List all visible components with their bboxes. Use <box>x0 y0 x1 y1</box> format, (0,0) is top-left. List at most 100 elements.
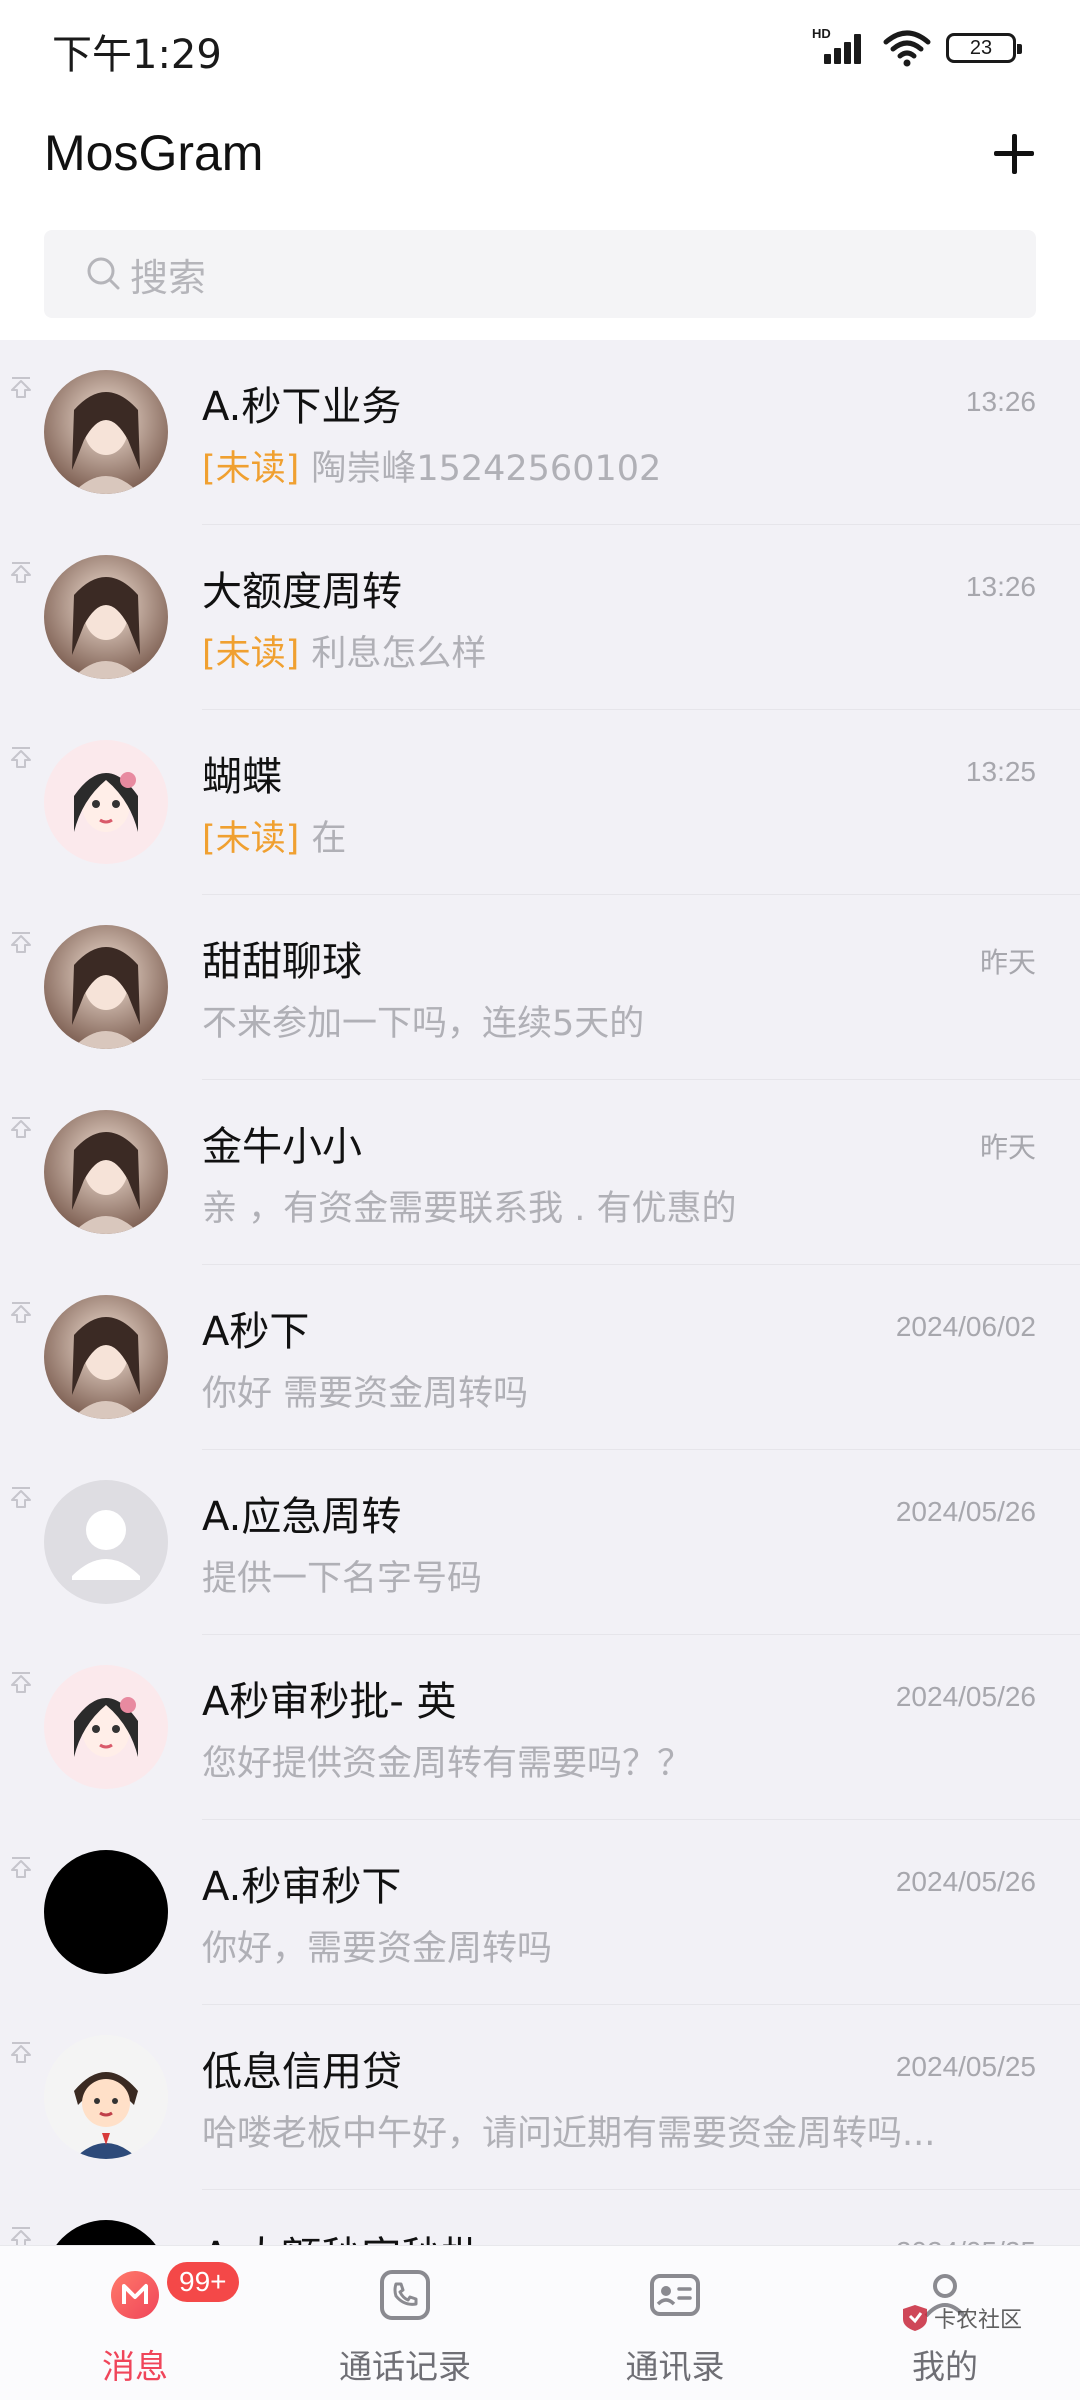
contacts-icon <box>650 2274 700 2316</box>
status-icons: HD 23 <box>812 26 1022 68</box>
tab-messages[interactable]: 99+ 消息 <box>25 2246 245 2400</box>
preview-text: 不来参加一下吗，连续5天的 <box>202 1004 645 1044</box>
chat-row[interactable]: A.秒审秒下 2024/05/26 你好，需要资金周转吗 <box>0 1820 1080 2005</box>
pin-top-icon <box>11 562 31 583</box>
pin-top-icon <box>11 747 31 768</box>
battery-icon: 23 <box>946 33 1022 63</box>
screen: 下午1:29 HD 23 MosGram 搜索 A.秒下业务 13:26 [未读… <box>0 0 1080 2400</box>
chat-time: 2024/05/25 <box>895 2051 1036 2082</box>
chat-time: 13:25 <box>965 756 1036 787</box>
chat-preview: 不来参加一下吗，连续5天的 <box>202 995 982 1046</box>
chat-time: 2024/05/26 <box>895 1681 1036 1712</box>
chat-time: 2024/05/25 <box>896 2236 1036 2245</box>
avatar[interactable] <box>44 1480 168 1604</box>
chat-name: 金牛小小 <box>202 1124 362 1170</box>
avatar[interactable] <box>44 1295 168 1419</box>
chat-name: 大额度周转 <box>202 569 402 615</box>
chat-list[interactable]: A.秒下业务 13:26 [未读] 陶崇峰15242560102 大额度周转 13:26 [… <box>0 340 1080 2245</box>
pin-top-icon <box>11 377 31 398</box>
avatar[interactable] <box>44 925 168 1049</box>
search-placeholder: 搜索 <box>130 255 207 300</box>
chat-row[interactable]: 金牛小小 昨天亲 ，有资金需要联系我 . 有优惠的 <box>0 1080 1080 1265</box>
avatar[interactable] <box>44 555 168 679</box>
tab-label: 通话记录 <box>339 2347 471 2386</box>
avatar[interactable] <box>44 1665 168 1789</box>
chat-time: 13:26 <box>965 571 1036 602</box>
unread-tag: [未读] <box>202 819 300 859</box>
chat-row[interactable]: A秒审秒批- 英 2024/05/26 您好提供资金周转有需要吗？？ <box>0 1635 1080 1820</box>
chat-preview: [未读] 陶崇峰15242560102 <box>202 440 982 491</box>
preview-text: 利息怎么样 <box>311 634 487 674</box>
unread-badge: 99+ <box>167 2262 239 2302</box>
tab-label: 消息 <box>102 2347 168 2386</box>
preview-text: 你好，需要资金周转吗 <box>202 1929 553 1969</box>
chat-name: A.应急周转 <box>202 1494 402 1540</box>
search-input[interactable]: 搜索 <box>44 230 1036 318</box>
phone-icon <box>380 2270 430 2320</box>
chat-row[interactable]: A秒下 2024/06/02 你好 需要资金周转吗 <box>0 1265 1080 1450</box>
app-title: MosGram <box>44 125 264 181</box>
battery-level: 23 <box>969 36 993 59</box>
chat-preview: 提供一下名字号码 <box>202 1550 982 1601</box>
tab-label: 通讯录 <box>625 2347 725 2386</box>
chat-row[interactable]: A.秒下业务 13:26 [未读] 陶崇峰15242560102 <box>0 340 1080 525</box>
tab-call-history[interactable]: 通话记录 <box>295 2246 515 2400</box>
chat-preview: 亲 ，有资金需要联系我 . 有优惠的 <box>202 1180 982 1231</box>
chat-name: A.秒下业务 <box>202 384 402 430</box>
search-icon <box>87 257 120 290</box>
preview-text: 哈喽老板中午好，请问近期有需要资金周转吗... <box>202 2114 936 2154</box>
pin-top-icon <box>11 1487 31 1508</box>
chat-name: 低息信用贷 <box>202 2049 402 2095</box>
add-button[interactable] <box>988 128 1040 180</box>
watermark-text: 卡农社区 <box>934 2308 1023 2333</box>
pin-top-icon <box>11 1857 31 1878</box>
wifi-icon <box>883 30 931 67</box>
watermark: 卡农社区 <box>900 2302 1022 2334</box>
message-icon <box>111 2271 159 2319</box>
chat-row[interactable]: A.应急周转 2024/05/26 提供一下名字号码 <box>0 1450 1080 1635</box>
unread-tag: [未读] <box>202 449 300 489</box>
chat-time: 2024/06/02 <box>895 1311 1036 1342</box>
chat-preview: 您好提供资金周转有需要吗？？ <box>202 1735 982 1786</box>
chat-time: 昨天 <box>979 1132 1036 1163</box>
network-label: HD <box>812 26 831 41</box>
pin-top-icon <box>11 2042 31 2063</box>
chat-name: A.秒审秒下 <box>202 1864 402 1910</box>
preview-text: 在 <box>311 819 347 859</box>
chat-time: 13:26 <box>965 386 1036 417</box>
avatar[interactable] <box>44 2035 168 2159</box>
tab-contacts[interactable]: 通讯录 <box>565 2246 785 2400</box>
chat-row[interactable]: A.大额秒审秒批 2024/05/25 <box>0 2190 1080 2245</box>
pin-top-icon <box>11 1672 31 1693</box>
status-time: 下午1:29 <box>52 32 222 78</box>
avatar[interactable] <box>44 370 168 494</box>
tab-label: 我的 <box>912 2347 978 2386</box>
chat-row[interactable]: 大额度周转 13:26 [未读] 利息怎么样 <box>0 525 1080 710</box>
chat-time: 2024/05/26 <box>895 1496 1036 1527</box>
chat-name: 甜甜聊球 <box>202 939 362 985</box>
chat-preview: 你好，需要资金周转吗 <box>202 1920 982 1971</box>
avatar[interactable] <box>44 740 168 864</box>
chat-time: 2024/05/26 <box>895 1866 1036 1897</box>
chat-preview: 你好 需要资金周转吗 <box>202 1365 982 1416</box>
avatar[interactable] <box>44 1110 168 1234</box>
avatar[interactable] <box>44 2220 168 2245</box>
chat-row[interactable]: 低息信用贷 2024/05/25 哈喽老板中午好，请问近期有需要资金周转吗... <box>0 2005 1080 2190</box>
pin-top-icon <box>11 932 31 953</box>
pin-top-icon <box>11 1302 31 1323</box>
preview-text: 提供一下名字号码 <box>202 1559 483 1599</box>
signal-icon: HD <box>812 26 868 68</box>
chat-preview: [未读] 在 <box>202 810 982 861</box>
chat-row[interactable]: 蝴蝶 13:25 [未读] 在 <box>0 710 1080 895</box>
chat-row[interactable]: 甜甜聊球 昨天不来参加一下吗，连续5天的 <box>0 895 1080 1080</box>
chat-time: 昨天 <box>979 947 1036 978</box>
preview-text: 亲 ，有资金需要联系我 . 有优惠的 <box>202 1189 737 1229</box>
avatar[interactable] <box>44 1850 168 1974</box>
chat-preview: [未读] 利息怎么样 <box>202 625 982 676</box>
preview-text: 陶崇峰15242560102 <box>311 449 662 489</box>
unread-tag: [未读] <box>202 634 300 674</box>
chat-name: A秒审秒批- 英 <box>202 1679 457 1725</box>
chat-name: A.大额秒审秒批 <box>202 2224 481 2245</box>
pin-top-icon <box>11 1117 31 1138</box>
preview-text: 你好 需要资金周转吗 <box>202 1374 529 1414</box>
